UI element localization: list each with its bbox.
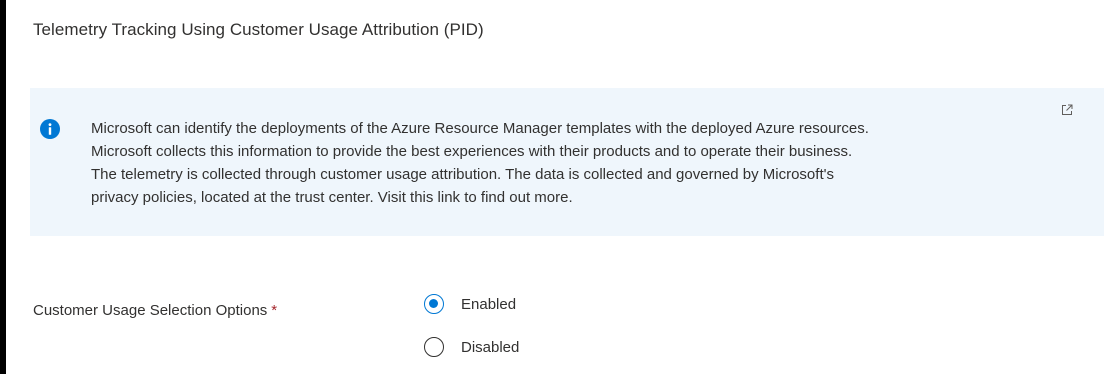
info-message-text: Microsoft can identify the deployments o… <box>91 117 1101 209</box>
telemetry-panel: Telemetry Tracking Using Customer Usage … <box>6 0 1104 374</box>
customer-usage-label: Customer Usage Selection Options * <box>33 302 277 319</box>
radio-label-disabled: Disabled <box>461 338 520 356</box>
radio-checked-icon[interactable] <box>424 294 444 314</box>
info-line: privacy policies, located at the trust c… <box>91 189 573 206</box>
info-message-bar: Microsoft can identify the deployments o… <box>30 88 1104 236</box>
radio-option-enabled[interactable]: Enabled <box>424 292 516 316</box>
radio-option-disabled[interactable]: Disabled <box>424 335 519 359</box>
required-marker: * <box>271 302 278 319</box>
radio-label-enabled: Enabled <box>461 295 517 313</box>
info-icon <box>40 119 60 139</box>
section-title: Telemetry Tracking Using Customer Usage … <box>33 20 484 39</box>
field-label-text: Customer Usage Selection Options <box>33 302 268 319</box>
info-line: Microsoft collects this information to p… <box>91 143 853 160</box>
external-link-icon[interactable] <box>1061 103 1073 115</box>
info-line: Microsoft can identify the deployments o… <box>91 120 869 137</box>
info-line: The telemetry is collected through custo… <box>91 166 834 183</box>
radio-unchecked-icon[interactable] <box>424 337 444 357</box>
